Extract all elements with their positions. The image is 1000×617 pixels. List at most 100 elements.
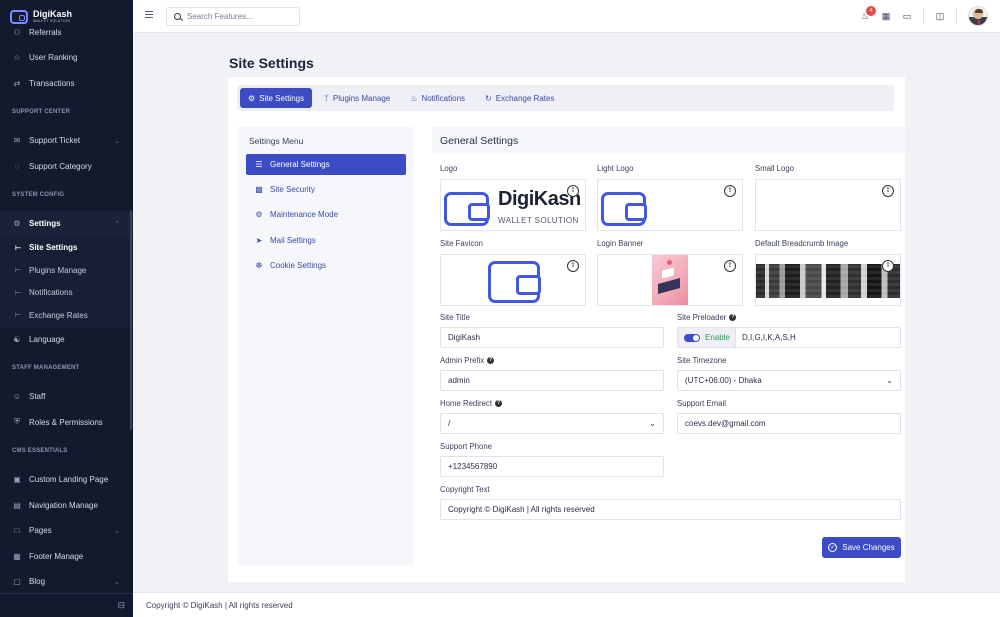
search-input[interactable]: Search Features... (166, 7, 300, 26)
chevron-down-icon: ⌄ (114, 578, 120, 586)
chevron-down-icon: ⌄ (886, 376, 893, 385)
menu-item-cookie-settings[interactable]: ☸ Cookie Settings (246, 255, 406, 276)
monitor-icon[interactable]: ▭ (902, 11, 912, 21)
save-changes-button[interactable]: ✓ Save Changes (822, 537, 901, 558)
sidebar-item-blog[interactable]: ▢ Blog ⌄ (0, 569, 133, 595)
sidebar-subitem-exchange-rates[interactable]: ⊢ Exchange Rates (0, 304, 133, 327)
cloud-upload-icon[interactable]: ⇧ (882, 185, 894, 197)
ticket-icon: ✉ (13, 136, 21, 146)
blog-icon: ▢ (13, 577, 21, 587)
general-settings-form: Logo DigiKash WALLET SOLUTION ⇧ Light Lo… (432, 154, 905, 565)
sidebar-item-transactions[interactable]: ⇄ Transactions (0, 71, 133, 97)
admin-prefix-input[interactable]: admin (440, 370, 664, 391)
small-logo-upload-box[interactable]: ⇧ (755, 179, 901, 231)
help-icon[interactable]: ? (495, 400, 502, 407)
site-timezone-value: (UTC+06:00) - Dhaka (685, 376, 762, 385)
toggle-switch[interactable] (684, 333, 700, 342)
menu-item-maintenance-mode[interactable]: ⚙ Maintenance Mode (246, 204, 406, 225)
gear-icon: ⚙ (13, 219, 21, 229)
sidebar-item-referrals[interactable]: ⚇ Referrals (0, 26, 133, 39)
sidebar-item-label: Notifications (29, 288, 73, 298)
help-icon[interactable]: ? (729, 314, 737, 321)
tab-exchange-rates[interactable]: ↻ Exchange Rates (477, 88, 562, 108)
cloud-upload-icon[interactable]: ⇧ (882, 260, 894, 272)
support-phone-label: Support Phone (440, 442, 493, 451)
sidebar-subitem-plugins-manage[interactable]: ⊢ Plugins Manage (0, 259, 133, 282)
branch-icon: ⊢ (15, 267, 22, 275)
admin-prefix-label: Admin Prefix? (440, 356, 495, 365)
bug-icon: ☸ (255, 260, 263, 270)
preloader-toggle[interactable]: Enable (678, 328, 736, 347)
sidebar-item-staff[interactable]: ☺ Staff (0, 384, 133, 410)
site-favicon-upload-box[interactable]: ⇧ (440, 254, 586, 306)
gear-icon: ⚙ (248, 93, 256, 103)
site-timezone-select[interactable]: (UTC+06:00) - Dhaka ⌄ (677, 370, 901, 391)
sidebar-item-settings[interactable]: ⚙ Settings ⌃ (0, 211, 133, 237)
sidebar-item-navigation-manage[interactable]: ▤ Navigation Manage (0, 493, 133, 519)
tab-notifications[interactable]: ♨ Notifications (402, 88, 473, 108)
menu-item-general-settings[interactable]: ☰ General Settings (246, 154, 406, 175)
copyright-input[interactable]: Copyright © DigiKash | All rights reserv… (440, 499, 901, 520)
support-email-input[interactable]: coevs.dev@gmail.com (677, 413, 901, 434)
sidebar-item-pages[interactable]: □ Pages ⌄ (0, 518, 133, 544)
sidebar-subitem-site-settings[interactable]: ⊢ Site Settings (0, 237, 133, 260)
footer-copyright: Copyright © DigiKash | All rights reserv… (146, 600, 293, 610)
sidebar-item-support-category[interactable]: ◌ Support Category (0, 154, 133, 180)
menu-item-site-security[interactable]: ▩ Site Security (246, 179, 406, 200)
page-footer: Copyright © DigiKash | All rights reserv… (133, 592, 1000, 617)
language-icon: ☯ (13, 334, 21, 344)
breadcrumb-image-upload-box[interactable]: ⇧ (755, 254, 901, 306)
home-redirect-select[interactable]: / ⌄ (440, 413, 664, 434)
logo-upload-box[interactable]: DigiKash WALLET SOLUTION ⇧ (440, 179, 586, 231)
tab-site-settings[interactable]: ⚙ Site Settings (240, 88, 313, 108)
save-changes-label: Save Changes (842, 543, 895, 552)
bell-icon[interactable]: ♨ 4 (860, 6, 876, 21)
sidebar-item-user-ranking[interactable]: ☆ User Ranking (0, 45, 133, 71)
sidebar-item-footer-manage[interactable]: ▦ Footer Manage (0, 544, 133, 570)
collapse-sidebar-icon[interactable]: ⊟ (117, 600, 125, 611)
login-banner-upload-box[interactable]: ⇧ (597, 254, 743, 306)
help-icon[interactable]: ? (487, 357, 495, 364)
wallet-logo-icon (601, 192, 647, 226)
menu-item-label: Maintenance Mode (270, 210, 339, 220)
sidebar-item-label: Site Settings (29, 243, 78, 253)
preloader-text-input[interactable]: D,I,G,I,K,A,S,H (736, 328, 796, 347)
site-preloader-label: Site Preloader? (677, 313, 737, 322)
sidebar-subitem-notifications[interactable]: ⊢ Notifications (0, 282, 133, 305)
sidebar-item-language[interactable]: ☯ Language (0, 327, 133, 353)
category-icon: ◌ (14, 161, 20, 171)
tab-plugins-manage[interactable]: ᛉ Plugins Manage (316, 88, 398, 108)
support-phone-input[interactable]: +1234567890 (440, 456, 664, 477)
chevron-up-icon: ⌃ (114, 220, 120, 228)
menu-toggle-icon[interactable] (145, 11, 153, 20)
avatar[interactable] (968, 6, 988, 26)
page-icon: ▣ (13, 475, 21, 485)
chevron-down-icon: ⌄ (649, 419, 656, 428)
sidebar-item-support-ticket[interactable]: ✉ Support Ticket ⌄ (0, 128, 133, 154)
settings-group: ⚙ Settings ⌃ ⊢ Site Settings ⊢ Plugins M… (0, 211, 133, 327)
wallet-logo-icon (444, 192, 490, 226)
sidebar-footer: ⊟ (0, 593, 133, 617)
page-title: Site Settings (229, 55, 314, 71)
sidebar-item-roles-permissions[interactable]: ⛨ Roles & Permissions (0, 410, 133, 436)
light-logo-upload-box[interactable]: ⇧ (597, 179, 743, 231)
sidebar-scrollbar[interactable] (130, 210, 132, 430)
cloud-upload-icon[interactable]: ⇧ (724, 185, 736, 197)
sliders-icon: ☰ (255, 160, 263, 169)
cloud-upload-icon[interactable]: ⇧ (567, 185, 579, 197)
send-icon: ➤ (255, 235, 263, 245)
menu-item-mail-settings[interactable]: ➤ Mail Settings (246, 230, 406, 251)
tab-label: Plugins Manage (332, 93, 391, 103)
site-title-input[interactable]: DigiKash (440, 327, 664, 348)
cloud-upload-icon[interactable]: ⇧ (567, 260, 579, 272)
transactions-icon: ⇄ (13, 78, 21, 88)
sidebar-item-label: Exchange Rates (29, 310, 88, 320)
login-banner-field: Login Banner ⇧ (597, 239, 743, 306)
topbar: Search Features... ♨ 4 ▦ ▭ ◫ (133, 0, 1000, 33)
settings-menu: Settings Menu ☰ General Settings ▩ Site … (238, 127, 414, 565)
cloud-upload-icon[interactable]: ⇧ (724, 260, 736, 272)
settings-card: ⚙ Site Settings ᛉ Plugins Manage ♨ Notif… (228, 77, 905, 582)
sidebar-item-custom-landing-page[interactable]: ▣ Custom Landing Page (0, 467, 133, 493)
apps-grid-icon[interactable]: ▦ (881, 11, 891, 21)
translate-icon[interactable]: ◫ (935, 11, 945, 21)
